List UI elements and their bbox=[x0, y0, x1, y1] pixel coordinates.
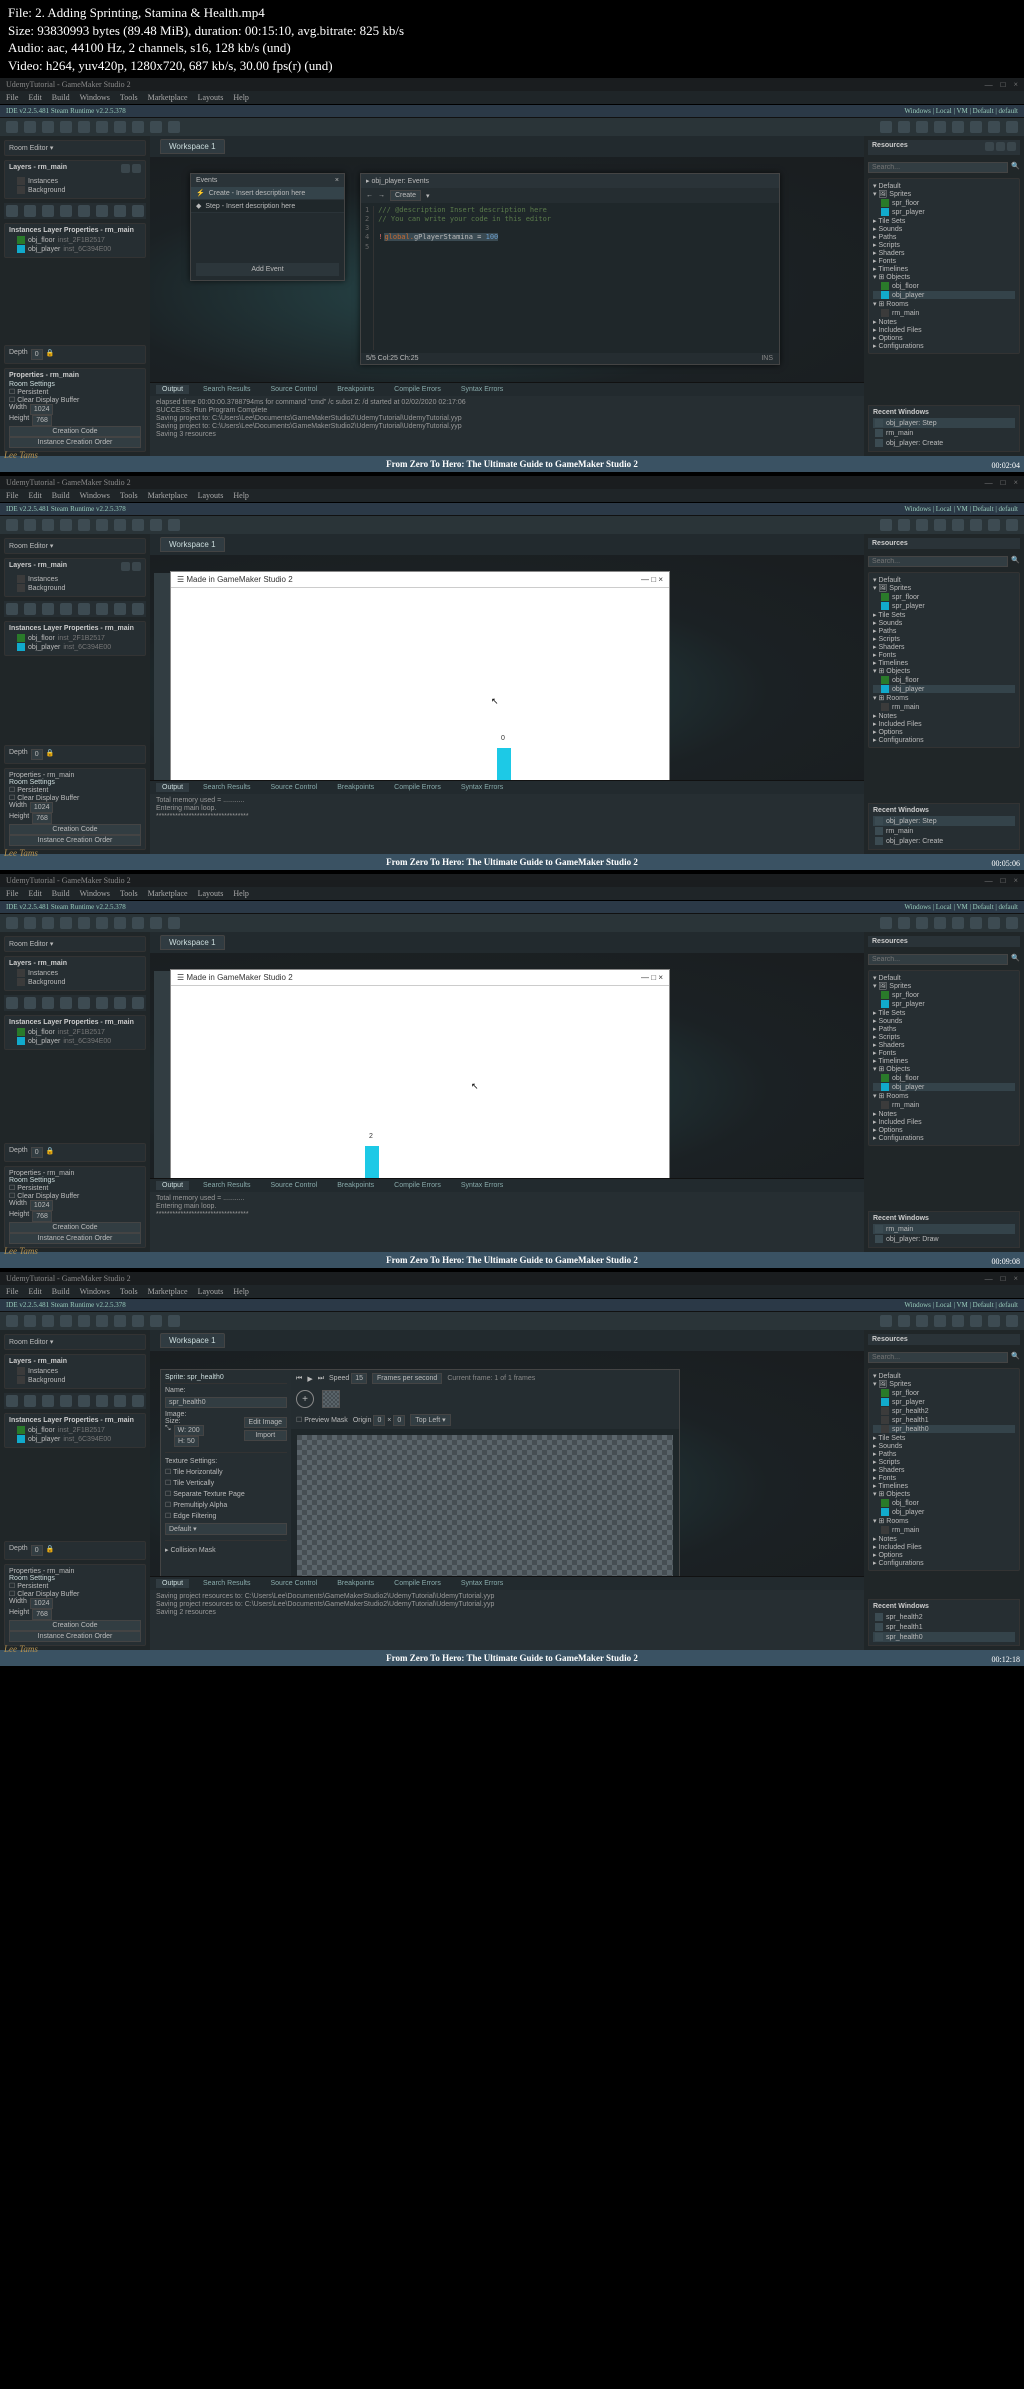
event-create[interactable]: ⚡Create - Insert description here bbox=[191, 187, 344, 200]
origin-dropdown[interactable]: Top Left ▾ bbox=[410, 1414, 450, 1426]
sprite-name-field[interactable]: spr_health0 bbox=[165, 1397, 287, 1408]
output-panel: OutputSearch ResultsSource ControlBreakp… bbox=[150, 382, 864, 456]
center-area: Workspace 1 Events× ⚡Create - Insert des… bbox=[150, 136, 864, 456]
layer-instances[interactable]: Instances bbox=[9, 177, 141, 185]
close-icon[interactable]: × bbox=[335, 177, 339, 184]
instances-layer-props: Instances Layer Properties - rm_main obj… bbox=[4, 223, 146, 258]
workspace-tabs[interactable]: Workspace 1 bbox=[150, 136, 864, 157]
version-bar: IDE v2.2.5.481 Steam Runtime v2.2.5.378W… bbox=[0, 105, 1024, 118]
window-titlebar: UdemyTutorial - GameMaker Studio 2 —□× bbox=[0, 78, 1024, 91]
events-window: Events× ⚡Create - Insert description her… bbox=[190, 173, 345, 281]
window-controls[interactable]: — □ × bbox=[641, 575, 663, 584]
frame-thumbnail[interactable] bbox=[322, 1390, 340, 1408]
depth-row: Depth 0 🔒 bbox=[4, 345, 146, 364]
left-panel: Room Editor ▾ Layers - rm_main Instances… bbox=[0, 136, 150, 456]
main-toolbar[interactable] bbox=[0, 118, 1024, 136]
workspace[interactable]: Events× ⚡Create - Insert description her… bbox=[150, 157, 864, 382]
sprite-canvas[interactable] bbox=[297, 1435, 673, 1576]
instance-order-button[interactable]: Instance Creation Order bbox=[9, 437, 141, 448]
import-button[interactable]: Import bbox=[244, 1430, 287, 1441]
media-info: File: 2. Adding Sprinting, Stamina & Hea… bbox=[0, 0, 1024, 78]
screenshot-1: UdemyTutorial - GameMaker Studio 2 —□× F… bbox=[0, 78, 1024, 472]
cursor-status: 5/5 Col:25 Ch:25 bbox=[366, 355, 419, 362]
code-editor: ▸ obj_player: Events ←→Create▾ 12345 ///… bbox=[360, 173, 780, 365]
event-tab-create[interactable]: Create bbox=[390, 190, 421, 201]
inst-row-floor[interactable]: obj_floor inst_2F1B2517 bbox=[9, 236, 141, 244]
creation-code-button[interactable]: Creation Code bbox=[9, 426, 141, 437]
event-step[interactable]: ◆Step - Insert description here bbox=[191, 200, 344, 213]
layer-background[interactable]: Background bbox=[9, 186, 141, 194]
lock-icon[interactable]: 🔒 bbox=[46, 349, 55, 360]
output-tabs[interactable]: OutputSearch ResultsSource ControlBreakp… bbox=[150, 383, 864, 396]
game-preview-window: ☰ Made in GameMaker Studio 2 — □ × 0 ↖ bbox=[170, 571, 670, 780]
add-event-button[interactable]: Add Event bbox=[196, 263, 339, 276]
recent-windows: Recent Windows obj_player: Step rm_main … bbox=[868, 405, 1020, 452]
resources-search[interactable] bbox=[868, 162, 1008, 173]
room-editor-dropdown[interactable]: Room Editor ▾ bbox=[4, 140, 146, 156]
inst-row-player[interactable]: obj_player inst_6C394E00 bbox=[9, 245, 141, 253]
course-footer: From Zero To Hero: The Ultimate Guide to… bbox=[0, 456, 1024, 472]
menu-bar[interactable]: FileEditBuildWindowsToolsMarketplaceLayo… bbox=[0, 91, 1024, 105]
sprite-editor: Sprite: spr_health0 Name: spr_health0 Im… bbox=[160, 1369, 680, 1576]
sprite-editor-title: Sprite: spr_health0 bbox=[165, 1374, 224, 1381]
edit-image-button[interactable]: Edit Image bbox=[244, 1417, 287, 1428]
resources-panel: Resources 🔍 ▾ Default ▾ 🖼 Sprites spr_fl… bbox=[864, 136, 1024, 456]
player-stamina-label: 0 bbox=[501, 735, 505, 742]
app-title: UdemyTutorial - GameMaker Studio 2 bbox=[6, 80, 131, 89]
texture-group-dropdown[interactable]: Default ▾ bbox=[165, 1523, 287, 1535]
watermark: Lee Tams bbox=[4, 450, 38, 460]
screenshot-4: UdemyTutorial - GameMaker Studio 2—□× Fi… bbox=[0, 1272, 1024, 1666]
game-titlebar: ☰ Made in GameMaker Studio 2 — □ × bbox=[171, 572, 669, 588]
screenshot-2: UdemyTutorial - GameMaker Studio 2—□× Fi… bbox=[0, 476, 1024, 870]
screenshot-3: UdemyTutorial - GameMaker Studio 2—□× Fi… bbox=[0, 874, 1024, 1268]
code-text[interactable]: 12345 /// @description Insert descriptio… bbox=[361, 203, 779, 353]
window-controls[interactable]: —□× bbox=[985, 80, 1018, 89]
properties-panel: Properties - rm_main Room Settings Persi… bbox=[4, 368, 146, 452]
layer-toolbar[interactable] bbox=[4, 203, 146, 219]
add-frame-button[interactable]: + bbox=[296, 1390, 314, 1408]
timestamp: 00:02:04 bbox=[992, 461, 1020, 470]
layers-panel: Layers - rm_main Instances Background bbox=[4, 160, 146, 199]
